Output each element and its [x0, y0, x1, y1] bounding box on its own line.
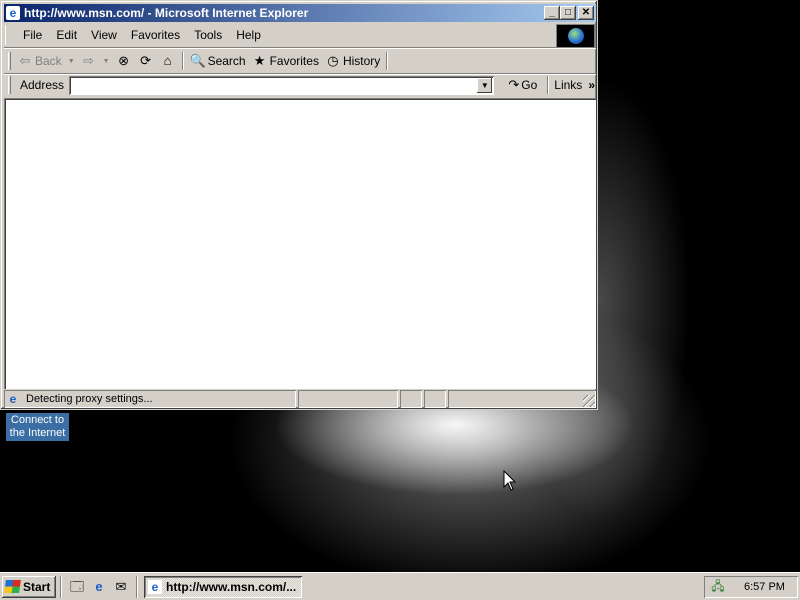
ie-quicklaunch-icon[interactable]: e [90, 578, 108, 596]
outlook-express-icon[interactable]: ✉ [112, 578, 130, 596]
resize-grip-icon[interactable] [583, 395, 595, 407]
favorites-label: Favorites [269, 54, 319, 68]
menu-view[interactable]: View [84, 28, 124, 42]
go-button[interactable]: ↷ Go [508, 77, 537, 93]
menu-favorites[interactable]: Favorites [124, 28, 187, 42]
back-button[interactable]: ⇦ Back [14, 50, 65, 72]
address-grip[interactable] [8, 76, 11, 94]
forward-dropdown-icon[interactable]: ▼ [103, 58, 110, 65]
task-label: http://www.msn.com/... [166, 579, 297, 594]
desktop-icon-connect-to-internet[interactable]: Connect to the Internet [6, 413, 69, 441]
windows-flag-icon [4, 580, 21, 593]
links-button[interactable]: Links » [554, 78, 595, 92]
network-icon[interactable]: 🖧 [710, 577, 726, 598]
mouse-cursor-icon [503, 470, 517, 491]
toolbar-grip[interactable] [8, 52, 11, 70]
throbber [556, 24, 595, 48]
status-text: Detecting proxy settings... [26, 393, 153, 405]
globe-icon [567, 28, 584, 44]
show-desktop-icon[interactable]: 🗔 [68, 578, 86, 596]
favorites-icon: ★ [253, 53, 266, 68]
status-cell [424, 390, 446, 408]
back-arrow-icon: ⇦ [19, 53, 31, 68]
taskbar: Start 🗔 e ✉ e http://www.msn.com/... 🖧 6… [0, 572, 800, 600]
ie-icon[interactable]: e [6, 6, 20, 20]
status-cell [400, 390, 422, 408]
refresh-icon: ⟳ [140, 53, 152, 68]
minimize-button[interactable]: _ [544, 6, 560, 20]
favorites-button[interactable]: ★ Favorites [249, 50, 322, 72]
stop-button[interactable]: ⊗ [113, 50, 135, 72]
clock[interactable]: 6:57 PM [744, 581, 785, 593]
toolbar-separator [181, 52, 184, 70]
address-separator [547, 76, 550, 94]
desktop-icon-label-line1: Connect to [10, 414, 65, 426]
refresh-button[interactable]: ⟳ [135, 50, 157, 72]
toolbar-separator [386, 52, 389, 70]
links-label: Links [554, 78, 583, 92]
menu-tools[interactable]: Tools [187, 28, 229, 42]
status-bar: e Detecting proxy settings... [4, 390, 596, 408]
address-label: Address [19, 78, 65, 92]
status-progress [298, 390, 398, 408]
standard-toolbar: ⇦ Back ▼ ⇨ ▼ ⊗ ⟳ ⌂ 🔍 Search ★ Favorites … [5, 49, 595, 73]
close-button[interactable]: ✕ [578, 6, 594, 20]
address-input[interactable]: ▼ [69, 75, 495, 95]
start-button[interactable]: Start [2, 576, 56, 598]
system-tray: 🖧 6:57 PM [704, 576, 798, 598]
address-dropdown-icon[interactable]: ▼ [477, 77, 493, 93]
go-arrow-icon: ↷ [508, 77, 520, 92]
taskbar-ie-window-button[interactable]: e http://www.msn.com/... [144, 575, 302, 598]
home-button[interactable]: ⌂ [157, 50, 179, 72]
ie-window: e http://www.msn.com/ - Microsoft Intern… [0, 0, 598, 410]
start-label: Start [23, 579, 51, 594]
search-icon: 🔍 [189, 53, 206, 68]
history-icon: ◷ [327, 53, 339, 68]
home-icon: ⌂ [163, 53, 172, 68]
history-label: History [342, 54, 381, 68]
search-button[interactable]: 🔍 Search [187, 50, 249, 72]
status-main: e Detecting proxy settings... [4, 390, 296, 408]
menu-file[interactable]: File [16, 28, 49, 42]
maximize-button[interactable]: □ [560, 6, 576, 20]
menu-bar: File Edit View Favorites Tools Help [5, 25, 555, 45]
back-dropdown-icon[interactable]: ▼ [68, 58, 75, 65]
forward-arrow-icon: ⇨ [83, 53, 95, 68]
stop-icon: ⊗ [118, 53, 130, 68]
menu-help[interactable]: Help [229, 28, 268, 42]
status-zone [448, 390, 596, 408]
title-bar[interactable]: e http://www.msn.com/ - Microsoft Intern… [4, 4, 596, 22]
taskbar-separator [136, 575, 138, 598]
chevron-right-icon[interactable]: » [588, 78, 595, 92]
go-label: Go [521, 78, 538, 92]
back-label: Back [35, 54, 62, 68]
window-controls: _ □ ✕ [544, 6, 594, 20]
ie-page-icon: e [9, 392, 17, 406]
window-title: http://www.msn.com/ - Microsoft Internet… [24, 6, 309, 20]
menu-edit[interactable]: Edit [49, 28, 84, 42]
desktop-icon-label-line2: the Internet [9, 427, 66, 439]
forward-button[interactable]: ⇨ [78, 50, 100, 72]
address-bar: Address ▼ ↷ Go Links » [5, 74, 595, 96]
page-content[interactable] [4, 98, 596, 389]
ie-icon: e [148, 579, 162, 594]
history-button[interactable]: ◷ History [322, 50, 383, 72]
taskbar-separator [60, 575, 62, 598]
search-label: Search [207, 54, 246, 68]
